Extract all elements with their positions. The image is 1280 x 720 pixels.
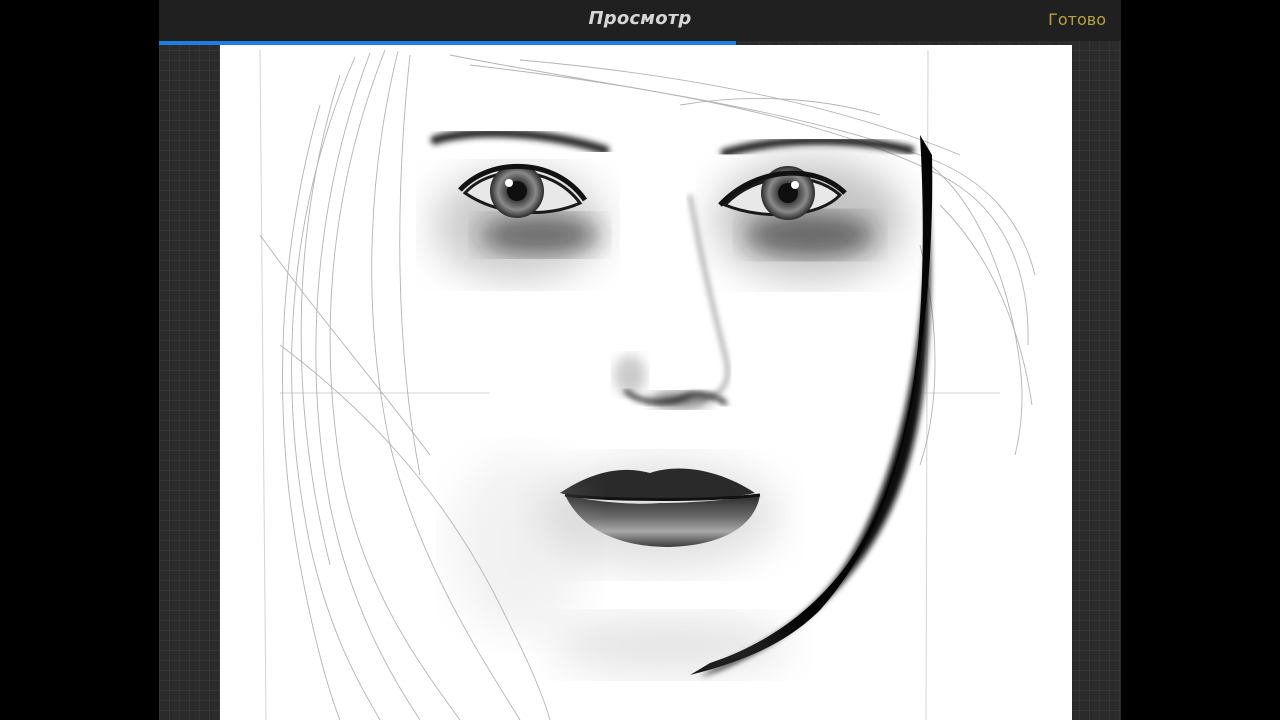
- done-button[interactable]: Готово: [1048, 10, 1106, 29]
- page-title: Просмотр: [588, 8, 692, 29]
- right-eyebrow: [720, 136, 915, 158]
- portrait-artwork: [259, 49, 1036, 720]
- nose: [614, 194, 730, 408]
- screen: Просмотр Готово: [0, 0, 1280, 720]
- top-toolbar: Просмотр Готово: [159, 0, 1121, 41]
- drawing-canvas[interactable]: [220, 45, 1072, 720]
- left-eyebrow: [430, 128, 610, 155]
- procreate-preview-window: Просмотр Готово: [159, 0, 1121, 720]
